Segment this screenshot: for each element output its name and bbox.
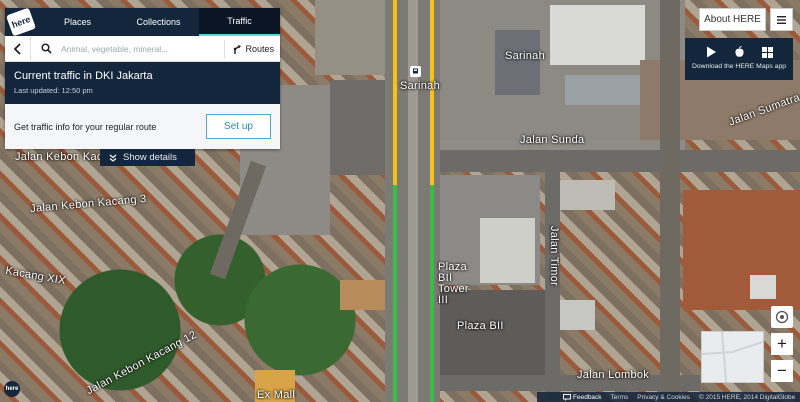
regular-route-row: Get traffic info for your regular route … xyxy=(5,104,280,149)
terms-link[interactable]: Terms xyxy=(611,394,629,401)
minus-icon: − xyxy=(777,361,787,380)
setup-button[interactable]: Set up xyxy=(206,114,271,139)
building xyxy=(315,0,390,75)
tab-collections[interactable]: Collections xyxy=(118,8,199,36)
map-label: Jalan Timor xyxy=(548,225,561,287)
traffic-info: Current traffic in DKI Jakarta Last upda… xyxy=(5,62,280,104)
building xyxy=(555,300,595,330)
chevron-double-down-icon xyxy=(109,154,117,162)
map-label: Ex Mall xyxy=(257,389,296,401)
last-updated: Last updated: 12:50 pm xyxy=(14,86,93,95)
feedback-label: Feedback xyxy=(573,393,602,401)
hamburger-icon xyxy=(777,15,786,24)
transit-station-icon[interactable] xyxy=(410,66,421,77)
map-label: Jalan Lombok xyxy=(577,369,650,381)
minimap-icon xyxy=(701,331,764,383)
tab-places[interactable]: Places xyxy=(37,8,118,36)
apple-icon[interactable] xyxy=(734,46,745,58)
zoom-out-button[interactable]: − xyxy=(771,360,793,382)
zoom-in-button[interactable]: + xyxy=(771,333,793,355)
search-row: Routes xyxy=(5,35,280,62)
routes-button[interactable]: Routes xyxy=(224,39,280,58)
menu-button[interactable] xyxy=(770,8,793,31)
search-panel: here Places Collections Traffic Routes C… xyxy=(5,7,280,149)
copyright-text: © 2015 HERE, 2014 DigitalGlobe xyxy=(699,393,796,401)
about-here-button[interactable]: About HERE xyxy=(699,8,766,31)
main-road-median xyxy=(408,0,418,402)
map-label: Kacang XIX xyxy=(4,264,67,288)
feedback-link[interactable]: Feedback xyxy=(563,394,602,401)
here-mini-logo[interactable]: here xyxy=(4,381,20,397)
street xyxy=(440,150,800,172)
regular-route-text: Get traffic info for your regular route xyxy=(14,121,157,132)
nav-tabs: here Places Collections Traffic xyxy=(5,7,280,37)
routes-label: Routes xyxy=(245,43,274,54)
map-label: Jalan Kebon Kacang 3 xyxy=(29,192,148,216)
here-logo[interactable]: here xyxy=(5,7,37,37)
here-logo-badge: here xyxy=(5,7,37,37)
map-label: Jalan Kebon Kacang 12 xyxy=(84,328,199,398)
map-label: Plaza BII xyxy=(457,320,504,332)
building xyxy=(340,280,385,310)
compass-icon xyxy=(775,310,789,324)
map-footer: Feedback Terms Privacy & Cookies © 2015 … xyxy=(537,392,800,402)
map-label: Plaza BII Tower III xyxy=(438,261,469,306)
building xyxy=(550,5,645,65)
search-input[interactable] xyxy=(55,43,225,54)
plus-icon: + xyxy=(777,334,787,353)
traffic-title: Current traffic in DKI Jakarta xyxy=(14,70,153,82)
show-details-label: Show details xyxy=(123,152,177,163)
show-details-button[interactable]: Show details xyxy=(100,149,195,166)
map-label: Jalan Sunda xyxy=(520,134,585,146)
traffic-line-free xyxy=(393,185,397,402)
building xyxy=(750,275,776,299)
traffic-line-slow xyxy=(430,0,434,185)
download-app-text: Download the HERE Maps app xyxy=(691,63,787,70)
map-label: Sarinah xyxy=(505,50,546,62)
store-icons xyxy=(685,38,793,60)
building xyxy=(560,180,615,210)
back-button[interactable] xyxy=(5,35,31,62)
traffic-line-free xyxy=(430,185,434,402)
feedback-icon xyxy=(563,393,571,401)
windows-icon[interactable] xyxy=(761,46,773,58)
compass-button[interactable] xyxy=(771,306,793,328)
street xyxy=(660,0,680,402)
app-download-box[interactable]: Download the HERE Maps app xyxy=(685,38,793,80)
chevron-left-icon xyxy=(13,42,21,55)
search-icon xyxy=(37,43,55,54)
minimap[interactable] xyxy=(701,331,764,383)
google-play-icon[interactable] xyxy=(706,46,717,58)
building xyxy=(683,190,800,310)
privacy-link[interactable]: Privacy & Cookies xyxy=(637,394,690,401)
building xyxy=(480,218,535,283)
building xyxy=(330,80,385,175)
building xyxy=(565,75,650,105)
route-icon xyxy=(234,44,242,54)
map-label: Sarinah xyxy=(400,80,441,92)
building xyxy=(495,30,540,95)
traffic-line-slow xyxy=(393,0,397,185)
tab-traffic[interactable]: Traffic xyxy=(199,8,280,36)
